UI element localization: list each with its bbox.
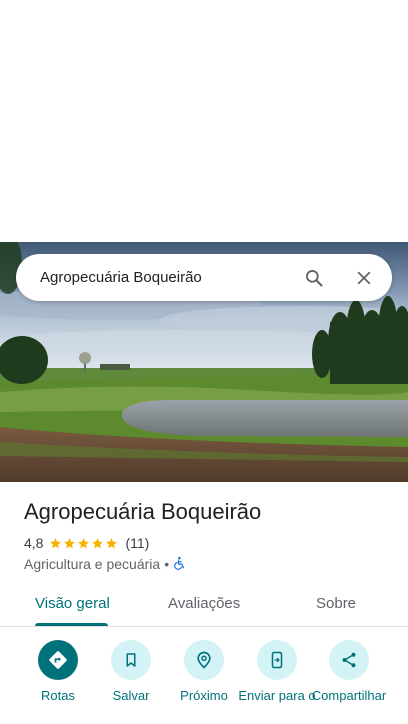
accessibility-icon	[173, 556, 187, 573]
send-to-phone-icon	[257, 640, 297, 680]
send-to-phone-button[interactable]: Enviar para o	[237, 640, 317, 703]
review-count[interactable]: (11)	[125, 535, 149, 551]
rating-row[interactable]: 4,8 (11)	[24, 535, 149, 551]
directions-icon	[38, 640, 78, 680]
directions-button[interactable]: Rotas	[18, 640, 98, 703]
place-title: Agropecuária Boqueirão	[24, 499, 262, 524]
close-icon[interactable]	[352, 266, 376, 290]
action-bar: Rotas Salvar Próximo Enviar para o Compa…	[0, 640, 408, 724]
directions-label: Rotas	[41, 688, 75, 703]
rating-value: 4,8	[24, 535, 44, 551]
share-button[interactable]: Compartilhar	[309, 640, 389, 703]
search-input[interactable]: Agropecuária Boqueirão	[40, 269, 302, 286]
active-tab-indicator	[35, 623, 108, 626]
tab-overview[interactable]: Visão geral	[35, 595, 110, 612]
nearby-label: Próximo	[180, 688, 228, 703]
category-row: Agricultura e pecuária •	[24, 555, 187, 573]
tab-reviews[interactable]: Avaliações	[168, 595, 240, 612]
search-bar[interactable]: Agropecuária Boqueirão	[16, 254, 392, 301]
star-icon	[78, 537, 90, 548]
star-icon	[92, 537, 104, 548]
search-icon[interactable]	[302, 266, 326, 290]
bookmark-icon	[111, 640, 151, 680]
tab-about[interactable]: Sobre	[316, 595, 356, 612]
star-icon	[64, 537, 76, 548]
tab-bar: Visão geral Avaliações Sobre	[0, 585, 408, 627]
save-label: Salvar	[112, 688, 150, 703]
nearby-icon	[184, 640, 224, 680]
share-icon	[329, 640, 369, 680]
separator-dot: •	[164, 556, 170, 572]
category-label[interactable]: Agricultura e pecuária	[24, 556, 160, 572]
star-icon	[50, 537, 62, 548]
send-to-phone-label: Enviar para o	[238, 688, 316, 703]
rating-stars	[49, 537, 119, 550]
nearby-button[interactable]: Próximo	[164, 640, 244, 703]
star-icon	[106, 537, 118, 548]
save-button[interactable]: Salvar	[91, 640, 171, 703]
share-label: Compartilhar	[311, 688, 387, 703]
